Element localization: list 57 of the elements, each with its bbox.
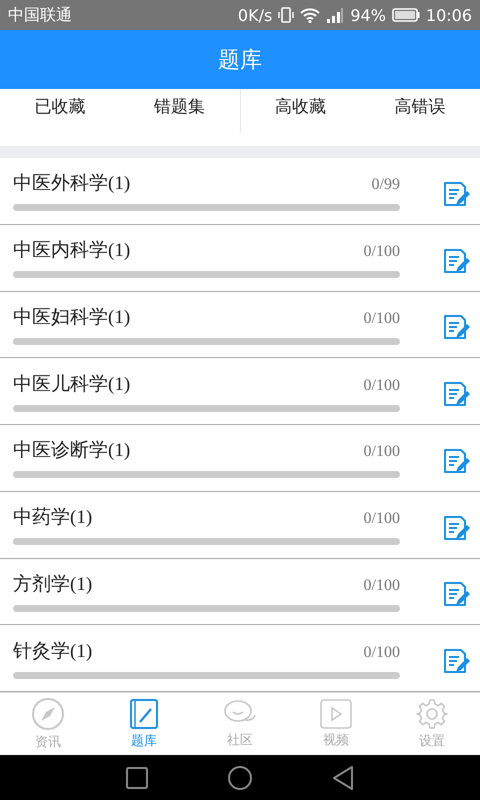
edit-button[interactable] — [441, 380, 469, 408]
edit-note-icon — [441, 180, 471, 208]
carrier-name: 中国联通 — [8, 4, 72, 26]
progress-count: 0/100 — [364, 243, 400, 262]
filter-tab[interactable]: 错题集 — [120, 89, 240, 124]
battery-level: 94% — [350, 6, 386, 24]
subject-name: 针灸学(1) — [13, 640, 92, 664]
vibrate-icon — [278, 7, 294, 23]
filter-tab[interactable]: 高收藏 — [240, 89, 360, 124]
edit-note-icon — [441, 246, 471, 275]
nav-tab[interactable]: 视频 — [288, 693, 384, 755]
subject-name: 中医内科学(1) — [13, 239, 130, 264]
edit-note-icon — [441, 514, 471, 542]
edit-note-icon — [441, 380, 471, 408]
edit-button[interactable] — [441, 180, 469, 208]
edit-note-icon — [441, 313, 471, 342]
nav-tab[interactable]: 资讯 — [0, 693, 96, 755]
nav-tab[interactable]: 社区 — [192, 693, 288, 755]
progress-count: 0/100 — [364, 644, 400, 662]
back-icon[interactable] — [331, 764, 355, 790]
subject-name: 中医诊断学(1) — [13, 439, 130, 464]
progress-count: 0/99 — [372, 176, 400, 194]
progress-count: 0/100 — [364, 310, 400, 328]
subject-name: 中医外科学(1) — [13, 172, 130, 196]
filter-tab[interactable]: 高错误 — [360, 89, 480, 124]
compass-icon — [31, 697, 65, 731]
network-speed: 0K/s — [238, 6, 272, 24]
subject-name: 中医儿科学(1) — [13, 372, 130, 397]
screen-title: 题库 — [218, 46, 262, 74]
clock: 10:06 — [426, 6, 472, 24]
edit-note-icon — [441, 446, 471, 475]
edit-button[interactable] — [441, 514, 469, 542]
square-icon[interactable] — [125, 766, 149, 790]
battery-icon — [392, 8, 420, 22]
edit-button[interactable] — [441, 647, 469, 676]
filter-tab[interactable]: 已收藏 — [0, 89, 120, 124]
home-icon[interactable] — [227, 764, 253, 790]
edit-note-icon — [441, 647, 471, 676]
progress-count: 0/100 — [364, 576, 400, 595]
subject-name: 方剂学(1) — [13, 572, 92, 597]
wifi-icon — [300, 7, 320, 23]
settings-icon — [416, 698, 448, 730]
nav-tab[interactable]: 设置 — [384, 693, 480, 755]
edit-button[interactable] — [441, 313, 469, 342]
nav-tab[interactable]: 题库 — [96, 693, 192, 755]
subject-name: 中药学(1) — [13, 506, 92, 530]
edit-button[interactable] — [441, 246, 469, 275]
notebook-pen-icon — [128, 698, 160, 730]
signal-icon — [326, 7, 344, 23]
edit-button[interactable] — [441, 446, 469, 475]
edit-button[interactable] — [441, 580, 469, 608]
progress-count: 0/100 — [364, 376, 400, 395]
subject-name: 中医妇科学(1) — [13, 306, 130, 330]
progress-count: 0/100 — [364, 443, 400, 462]
progress-count: 0/100 — [364, 510, 400, 528]
edit-note-icon — [441, 580, 471, 608]
play-icon — [320, 699, 352, 729]
